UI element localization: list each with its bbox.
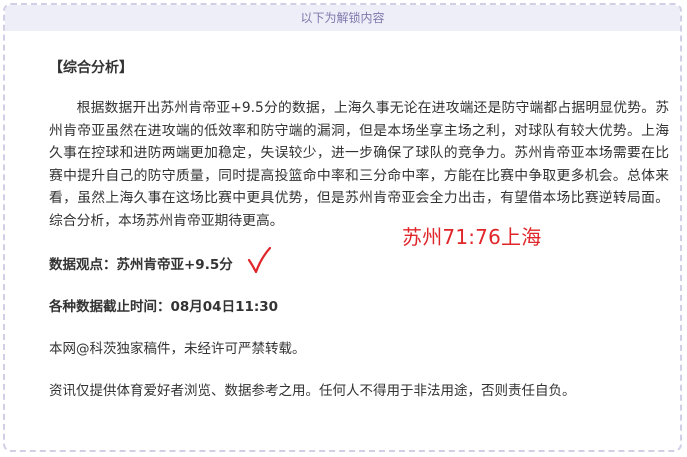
checkmark-icon — [247, 246, 271, 274]
data-cutoff-time: 各种数据截止时间：08月04日11:30 — [49, 299, 279, 315]
copyright-notice: 本网@科茨独家稿件，未经许可严禁转载。 — [49, 341, 306, 357]
unlock-header: 以下为解锁内容 — [5, 5, 680, 31]
data-point: 数据观点：苏州肯帝亚+9.5分 — [49, 257, 233, 273]
disclaimer-notice: 资讯仅提供体育爱好者浏览、数据参考之用。任何人不得用于非法用途，否则责任自负。 — [49, 383, 576, 399]
section-title: 【综合分析】 — [49, 60, 133, 76]
analysis-paragraph: 根据数据开出苏州肯帝亚+9.5分的数据，上海久事无论在进攻端还是防守端都占据明显… — [49, 100, 669, 229]
final-score-annotation: 苏州71:76上海 — [402, 225, 542, 249]
unlocked-content-panel: 以下为解锁内容 【综合分析】 根据数据开出苏州肯帝亚+9.5分的数据，上海久事无… — [3, 3, 682, 452]
